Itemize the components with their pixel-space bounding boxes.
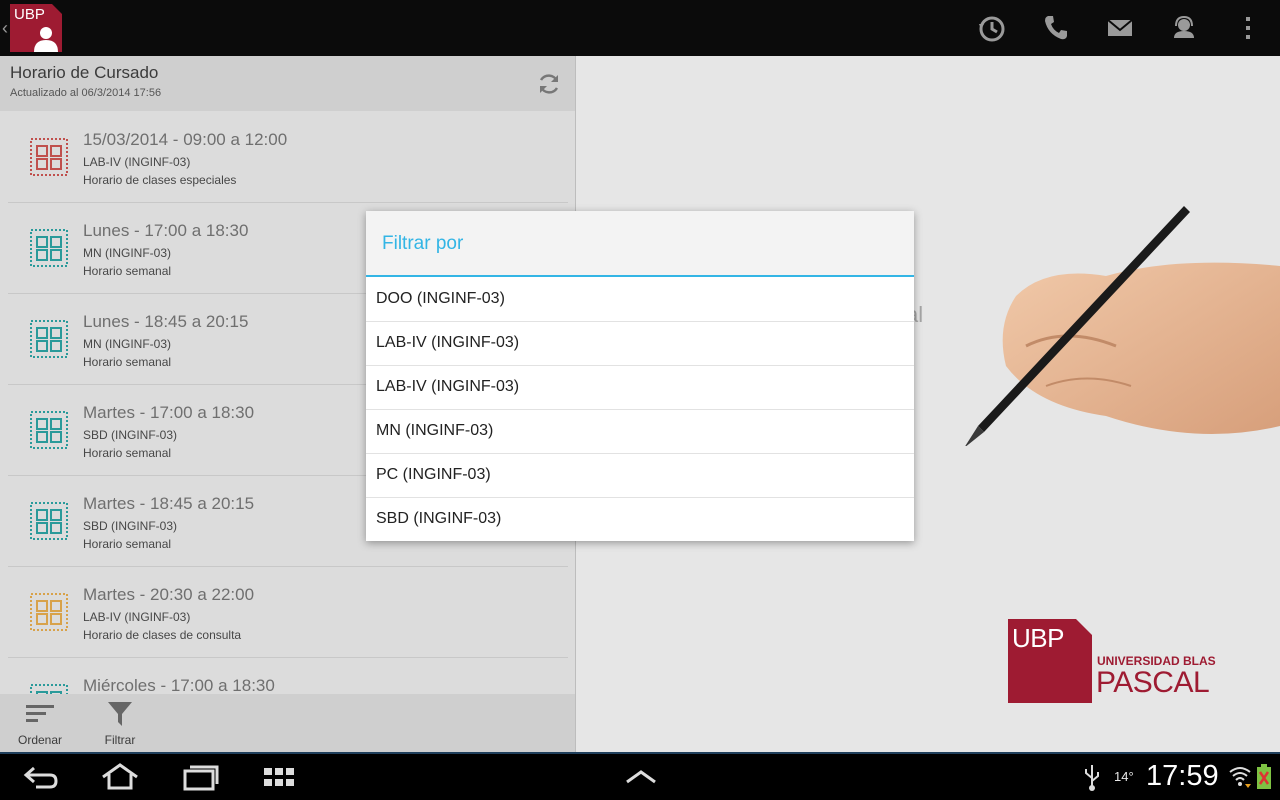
filter-option[interactable]: SBD (INGINF-03)	[366, 498, 914, 542]
mail-icon[interactable]	[1104, 12, 1136, 44]
calendar-icon	[30, 593, 68, 631]
filter-option[interactable]: MN (INGINF-03)	[366, 410, 914, 454]
filter-icon	[108, 702, 132, 726]
calendar-icon	[30, 320, 68, 358]
overflow-menu-icon[interactable]	[1232, 12, 1264, 44]
back-caret-icon[interactable]: ‹	[2, 16, 8, 40]
calendar-icon	[30, 229, 68, 267]
schedule-row-title: Martes - 17:00 a 18:30	[83, 403, 255, 422]
temperature-readout: 14°	[1114, 769, 1134, 784]
filter-dialog: Filtrar por DOO (INGINF-03) LAB-IV (INGIN…	[366, 211, 914, 541]
schedule-row[interactable]: Martes - 20:30 a 22:00 LAB-IV (INGINF-03)…	[8, 567, 568, 658]
sort-icon	[26, 705, 54, 722]
schedule-row-course: SBD (INGINF-03)	[83, 428, 178, 442]
hand-pencil-illustration	[965, 206, 1280, 446]
dialog-title: Filtrar por	[382, 233, 464, 254]
schedule-row-title: Martes - 20:30 a 22:00	[83, 585, 255, 604]
contact-icon[interactable]	[1168, 12, 1200, 44]
refresh-icon[interactable]	[536, 71, 562, 97]
filter-option[interactable]: DOO (INGINF-03)	[366, 278, 914, 322]
filter-option-label: LAB-IV (INGINF-03)	[376, 334, 520, 351]
system-nav-bar: 14° 17:59	[0, 752, 1280, 800]
app-screen: ‹ UBP Horario de Cursado Actualizado al …	[0, 0, 1280, 800]
action-bar: ‹ UBP	[0, 0, 1280, 56]
list-header: Horario de Cursado Actualizado al 06/3/2…	[0, 56, 576, 111]
usb-icon	[1085, 765, 1099, 791]
app-logo-text: UBP	[14, 6, 45, 23]
expand-up-icon[interactable]	[624, 762, 658, 792]
filter-option-label: PC (INGINF-03)	[376, 466, 491, 483]
filter-option-label: LAB-IV (INGINF-03)	[376, 378, 520, 395]
dialog-header: Filtrar por	[366, 211, 914, 277]
schedule-row-type: Horario semanal	[83, 264, 172, 278]
wifi-icon	[1229, 767, 1251, 788]
user-icon	[34, 27, 58, 52]
schedule-row-course: SBD (INGINF-03)	[83, 519, 178, 533]
schedule-row-course: MN (INGINF-03)	[83, 337, 171, 351]
schedule-row-title: 15/03/2014 - 09:00 a 12:00	[83, 130, 288, 149]
filter-button[interactable]: Filtrar	[80, 694, 160, 752]
calendar-icon	[30, 502, 68, 540]
home-icon[interactable]	[100, 762, 140, 792]
schedule-row-type: Horario semanal	[83, 355, 172, 369]
battery-icon	[1257, 764, 1271, 789]
bottom-toolbar: Ordenar Filtrar	[0, 694, 576, 752]
schedule-row-title: Lunes - 18:45 a 20:15	[83, 312, 249, 331]
schedule-row-type: Horario semanal	[83, 446, 172, 460]
app-logo[interactable]: UBP	[10, 4, 62, 52]
filter-option-label: DOO (INGINF-03)	[376, 290, 505, 307]
schedule-row-type: Horario de clases de consulta	[83, 628, 242, 642]
schedule-row-type: Horario semanal	[83, 537, 172, 551]
university-name-line2: PASCAL	[1096, 666, 1210, 699]
calendar-icon	[30, 138, 68, 176]
schedule-row-course: MN (INGINF-03)	[83, 246, 171, 260]
back-icon[interactable]	[22, 762, 60, 792]
schedule-row-title: Miércoles - 17:00 a 18:30	[83, 676, 275, 695]
schedule-row-title: Martes - 18:45 a 20:15	[83, 494, 255, 513]
schedule-row[interactable]: 15/03/2014 - 09:00 a 12:00 LAB-IV (INGINF…	[8, 112, 568, 203]
list-subtitle: Actualizado al 06/3/2014 17:56	[10, 87, 162, 99]
sort-button[interactable]: Ordenar	[0, 694, 80, 752]
phone-icon[interactable]	[1040, 12, 1072, 44]
ubp-logo-text: UBP	[1012, 623, 1064, 653]
filter-option-label: MN (INGINF-03)	[376, 422, 494, 439]
apps-grid-icon[interactable]	[263, 762, 297, 792]
schedule-row-course: LAB-IV (INGINF-03)	[83, 610, 191, 624]
filter-option[interactable]: LAB-IV (INGINF-03)	[366, 322, 914, 366]
filter-option-label: SBD (INGINF-03)	[376, 510, 502, 527]
recent-apps-icon[interactable]	[182, 762, 220, 792]
list-title: Horario de Cursado	[10, 63, 159, 82]
filter-option[interactable]: LAB-IV (INGINF-03)	[366, 366, 914, 410]
schedule-row-type: Horario de clases especiales	[83, 173, 237, 187]
schedule-row-title: Lunes - 17:00 a 18:30	[83, 221, 249, 240]
filter-label: Filtrar	[104, 733, 136, 747]
ubp-logo: UBP	[1008, 619, 1092, 703]
sort-label: Ordenar	[17, 733, 63, 747]
history-icon[interactable]	[976, 12, 1008, 44]
clock: 17:59	[1146, 760, 1219, 792]
calendar-icon	[30, 411, 68, 449]
filter-option[interactable]: PC (INGINF-03)	[366, 454, 914, 498]
schedule-row-course: LAB-IV (INGINF-03)	[83, 155, 191, 169]
